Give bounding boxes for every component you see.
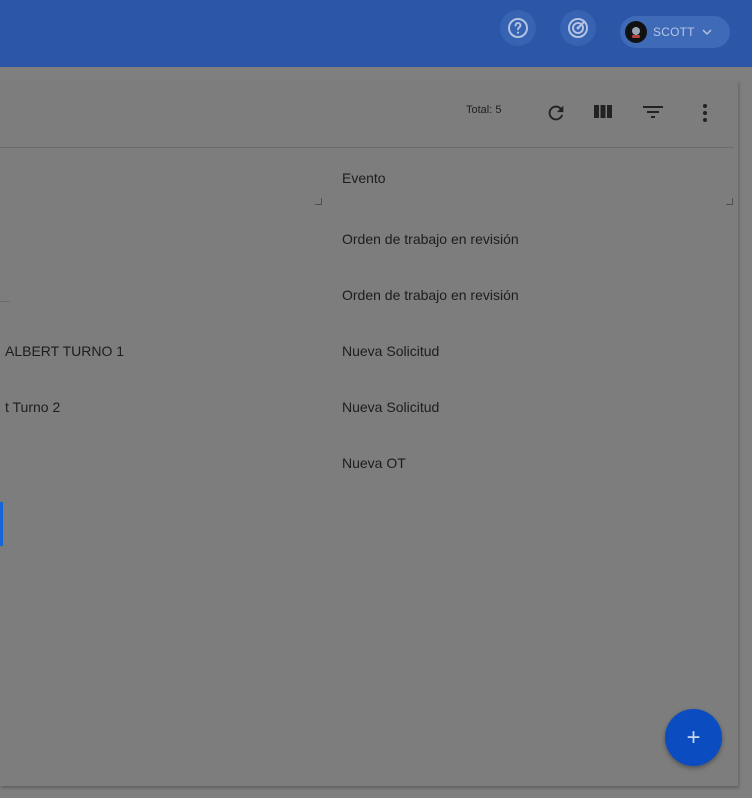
- table-cell-evento: Orden de trabajo en revisión: [342, 287, 519, 303]
- help-button[interactable]: [500, 10, 536, 46]
- user-menu-button[interactable]: SCOTT: [620, 16, 730, 48]
- row-divider: [0, 301, 10, 302]
- total-count: Total: 5: [466, 104, 502, 116]
- table-cell-left: ALBERT TURNO 1: [5, 343, 125, 359]
- columns-icon[interactable]: [594, 104, 612, 120]
- target-button[interactable]: [560, 10, 596, 46]
- column-header-evento[interactable]: Evento: [342, 170, 386, 186]
- user-name: SCOTT: [653, 25, 695, 39]
- target-icon: [568, 18, 588, 38]
- top-app-bar: SCOTT: [0, 0, 752, 67]
- refresh-icon[interactable]: [545, 102, 567, 124]
- table-cell-evento: Nueva OT: [342, 455, 406, 471]
- more-icon[interactable]: [697, 102, 713, 124]
- table-cell-evento: Orden de trabajo en revisión: [342, 231, 519, 247]
- filter-icon[interactable]: [643, 104, 663, 120]
- table-cell-left: t Turno 2: [5, 399, 61, 415]
- table-cell-evento: Nueva Solicitud: [342, 343, 440, 359]
- avatar: [625, 21, 647, 43]
- plus-icon: +: [686, 723, 701, 751]
- active-indicator: [0, 502, 3, 546]
- table-cell-evento: Nueva Solicitud: [342, 399, 440, 415]
- toolbar-divider: [0, 147, 734, 148]
- column-resize-handle[interactable]: [315, 198, 322, 205]
- column-resize-handle[interactable]: [726, 198, 733, 205]
- add-button[interactable]: +: [665, 709, 722, 766]
- help-icon: [508, 18, 528, 38]
- chevron-down-icon: [701, 26, 713, 38]
